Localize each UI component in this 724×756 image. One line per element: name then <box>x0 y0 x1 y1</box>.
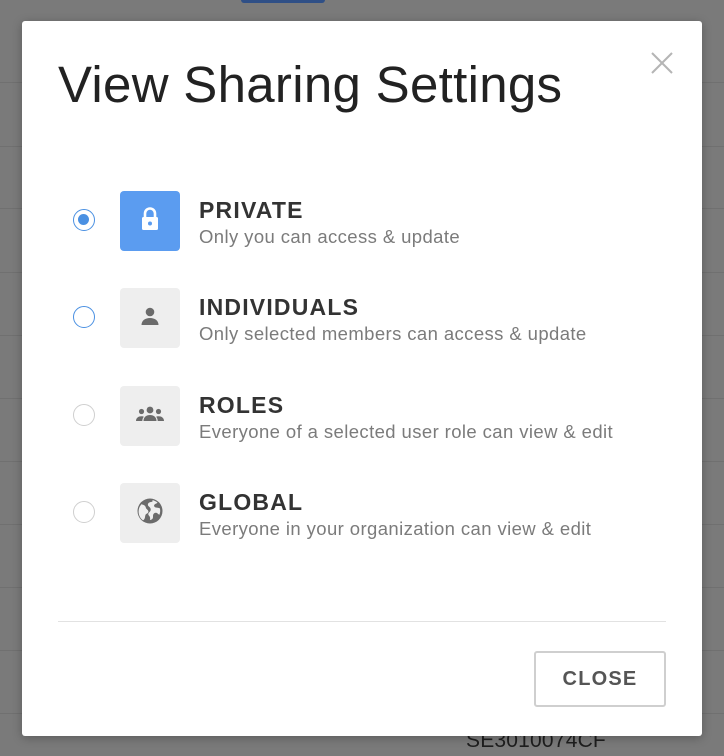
sharing-option-private[interactable]: PRIVATE Only you can access & update <box>22 191 702 253</box>
option-icon-tile <box>120 288 180 348</box>
radio-private[interactable] <box>73 209 95 231</box>
option-description: Everyone in your organization can view &… <box>199 518 592 539</box>
sharing-option-roles[interactable]: ROLES Everyone of a selected user role c… <box>22 386 702 448</box>
group-icon <box>135 404 165 428</box>
sharing-settings-dialog: View Sharing Settings PRIVATE Only you c… <box>22 21 702 736</box>
radio-roles[interactable] <box>73 404 95 426</box>
radio-selected-dot <box>78 214 89 225</box>
option-title: ROLES <box>199 392 285 418</box>
option-description: Only selected members can access & updat… <box>199 323 587 344</box>
sharing-option-global[interactable]: GLOBAL Everyone in your organization can… <box>22 483 702 545</box>
background-tab <box>241 0 325 3</box>
option-icon-tile <box>120 191 180 251</box>
sharing-option-individuals[interactable]: INDIVIDUALS Only selected members can ac… <box>22 288 702 350</box>
option-description: Everyone of a selected user role can vie… <box>199 421 614 442</box>
close-button[interactable]: CLOSE <box>534 651 666 707</box>
dialog-title: View Sharing Settings <box>58 56 563 113</box>
option-title: GLOBAL <box>199 489 304 515</box>
option-icon-tile <box>120 386 180 446</box>
radio-global[interactable] <box>73 501 95 523</box>
option-icon-tile <box>120 483 180 543</box>
close-icon[interactable] <box>648 49 676 77</box>
footer-divider <box>58 621 666 622</box>
globe-icon <box>136 497 164 529</box>
person-icon <box>138 304 162 332</box>
option-title: PRIVATE <box>199 197 304 223</box>
option-title: INDIVIDUALS <box>199 294 360 320</box>
lock-icon <box>139 206 161 236</box>
radio-individuals[interactable] <box>73 306 95 328</box>
option-description: Only you can access & update <box>199 226 461 247</box>
